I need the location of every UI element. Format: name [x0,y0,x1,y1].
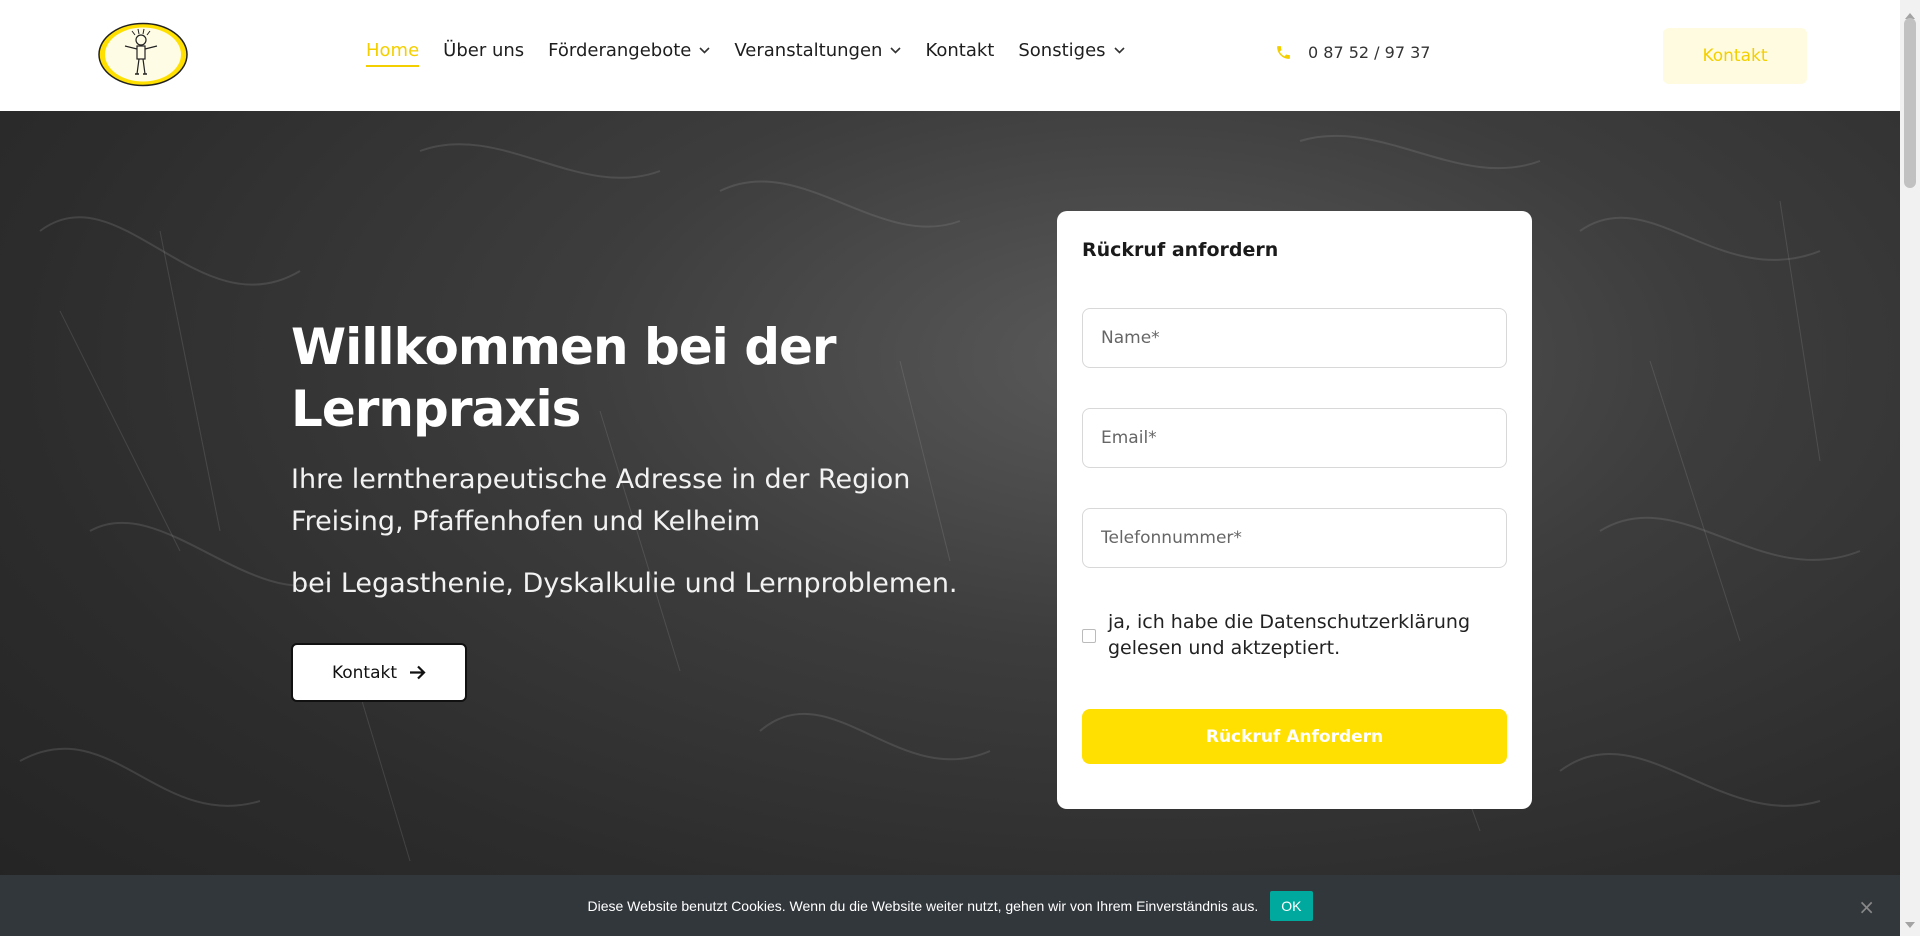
form-title: Rückruf anfordern [1082,239,1279,261]
nav-home[interactable]: Home [366,40,420,67]
phone-icon [1275,44,1292,61]
nav-veranstaltungen[interactable]: Veranstaltungen [734,40,902,67]
nav-ueber-uns-label: Über uns [443,40,525,61]
nav-kontakt[interactable]: Kontakt [925,40,994,67]
hero-subtitle-2: bei Legasthenie, Dyskalkulie und Lernpro… [291,568,958,599]
nav-foerderangebote-label: Förderangebote [548,40,692,61]
callback-form: Rückruf anfordern ja, ich habe die Daten… [1057,211,1532,809]
chevron-down-icon [699,47,710,54]
privacy-checkbox[interactable] [1082,629,1096,643]
phone-number: 0 87 52 / 97 37 [1308,43,1431,62]
email-input[interactable] [1082,408,1507,468]
nav-foerderangebote[interactable]: Förderangebote [548,40,710,67]
close-icon[interactable]: × [1858,895,1875,919]
site-header: Home Über uns Förderangebote Veranstaltu… [0,0,1900,111]
hero-section: Willkommen bei der Lernpraxis Ihre lernt… [0,111,1900,936]
nav-sonstiges-label: Sonstiges [1018,40,1106,61]
scrollbar-thumb[interactable] [1904,18,1916,188]
hero-contact-label: Kontakt [331,662,398,683]
cookie-banner: Diese Website benutzt Cookies. Wenn du d… [0,875,1900,936]
header-contact-button[interactable]: Kontakt [1663,28,1807,84]
hero-contact-button[interactable]: Kontakt [291,643,467,702]
privacy-consent-label: ja, ich habe die Datenschutzerklärung ge… [1108,611,1471,659]
hero-subtitle: Ihre lerntherapeutische Adresse in der R… [291,464,911,537]
chevron-down-icon [890,47,902,54]
nav-sonstiges[interactable]: Sonstiges [1018,40,1125,67]
name-input[interactable] [1082,308,1507,368]
callback-submit-button[interactable]: Rückruf Anfordern [1082,709,1507,764]
nav-home-label: Home [366,40,420,61]
phone-input[interactable] [1082,508,1507,568]
page-scrollbar[interactable] [1900,0,1920,936]
lernpraxis-logo[interactable] [97,22,189,87]
nav-veranstaltungen-label: Veranstaltungen [734,40,883,61]
arrow-right-icon [409,665,426,680]
hero-title: Willkommen bei der Lernpraxis [291,318,837,438]
chevron-down-icon [1113,47,1125,54]
main-nav: Home Über uns Förderangebote Veranstaltu… [366,40,1149,67]
cookie-ok-button[interactable]: OK [1270,890,1313,921]
phone-link[interactable]: 0 87 52 / 97 37 [1275,43,1430,62]
scroll-down-icon[interactable] [1905,913,1915,932]
nav-ueber-uns[interactable]: Über uns [443,40,524,67]
nav-kontakt-label: Kontakt [925,40,995,61]
privacy-consent: ja, ich habe die Datenschutzerklärung ge… [1082,609,1512,661]
cookie-text: Diese Website benutzt Cookies. Wenn du d… [587,897,1259,914]
